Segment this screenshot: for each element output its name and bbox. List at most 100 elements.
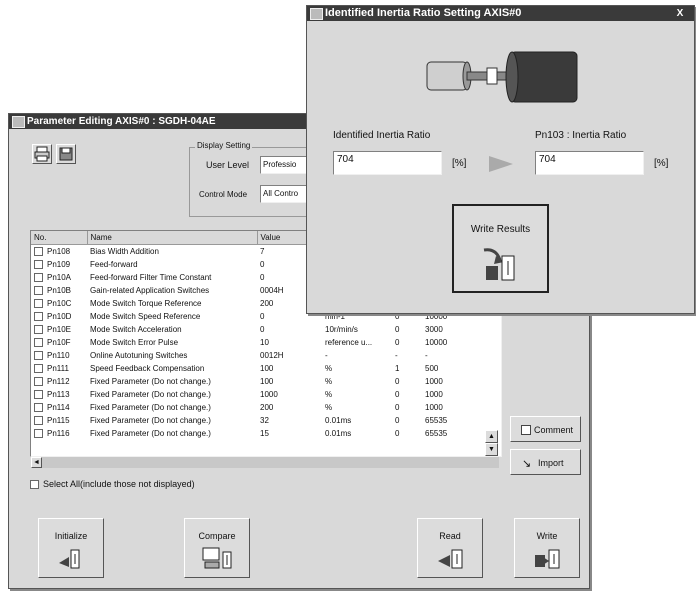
table-row[interactable]: Pn10F Mode Switch Error Pulse 10 reference … <box>31 336 481 349</box>
read-button[interactable]: Read <box>417 518 483 578</box>
row-checkbox[interactable] <box>34 351 43 361</box>
row-checkbox[interactable] <box>34 390 43 400</box>
row-checkbox[interactable] <box>34 429 43 439</box>
table-row[interactable]: Pn10E Mode Switch Acceleration 0 10r/min/s 0… <box>31 323 481 336</box>
cell-c5: 0 <box>395 338 400 347</box>
write-button[interactable]: Write <box>514 518 580 578</box>
comment-icon <box>521 425 531 435</box>
select-all-checkbox[interactable]: Select All(include those not displayed) <box>30 479 195 490</box>
print-button[interactable] <box>32 144 52 164</box>
comment-button[interactable]: Comment <box>510 416 581 442</box>
row-checkbox[interactable] <box>34 325 43 335</box>
inertia-window-title: Identified Inertia Ratio Setting AXIS#0 <box>325 7 522 19</box>
cell-value: 0 <box>260 325 265 334</box>
inertia-window-titlebar[interactable]: Identified Inertia Ratio Setting AXIS#0 <box>307 6 694 21</box>
cell-c5: 0 <box>395 390 400 399</box>
save-button[interactable] <box>56 144 76 164</box>
param-number: Pn10B <box>47 285 72 295</box>
cell-unit: 10r/min/s <box>325 325 358 334</box>
cell-unit: % <box>325 390 333 399</box>
compare-button[interactable]: Compare <box>184 518 250 578</box>
table-row[interactable]: Pn114 Fixed Parameter (Do not change.) 200… <box>31 401 481 414</box>
cell-no: Pn10F <box>31 336 87 349</box>
column-header-no[interactable]: No. <box>31 231 88 245</box>
cell-c5: 0 <box>395 325 400 334</box>
table-row[interactable]: Pn113 Fixed Parameter (Do not change.) 100… <box>31 388 481 401</box>
row-checkbox[interactable] <box>34 377 43 387</box>
identified-ratio-label: Identified Inertia Ratio <box>333 130 431 141</box>
cell-value: 200 <box>260 403 274 412</box>
floppy-disk-icon <box>59 147 73 161</box>
param-number: Pn110 <box>47 350 70 360</box>
user-level-select[interactable]: Professio <box>260 156 312 174</box>
user-level-label: User Level <box>206 160 250 170</box>
cell-value: 10 <box>260 338 269 347</box>
row-checkbox[interactable] <box>34 364 43 374</box>
identified-ratio-field: 704 <box>333 151 442 175</box>
compare-icon <box>202 547 232 569</box>
cell-unit: % <box>325 377 333 386</box>
cell-c6: 1000 <box>425 377 443 386</box>
row-checkbox[interactable] <box>34 299 43 309</box>
table-row[interactable]: Pn111 Speed Feedback Compensation 100% 1 500 <box>31 362 481 375</box>
compare-label: Compare <box>198 531 236 541</box>
initialize-icon <box>59 549 80 569</box>
close-icon: X <box>676 8 684 19</box>
pn103-value: 704 <box>539 154 556 165</box>
write-results-button[interactable]: Write Results <box>452 204 549 293</box>
table-row[interactable]: Pn115 Fixed Parameter (Do not change.) 32 0… <box>31 414 481 427</box>
row-checkbox[interactable] <box>34 338 43 348</box>
user-level-value: Professio <box>263 160 297 169</box>
cell-name: Fixed Parameter (Do not change.) <box>90 429 211 438</box>
control-mode-value: All Contro <box>263 189 299 198</box>
param-number: Pn114 <box>47 402 70 412</box>
initialize-button[interactable]: Initialize <box>38 518 104 578</box>
cell-name: Mode Switch Error Pulse <box>90 338 179 347</box>
cell-value: 1000 <box>260 390 278 399</box>
cell-value: 100 <box>260 364 274 373</box>
cell-unit: 0.01ms <box>325 416 352 425</box>
row-checkbox[interactable] <box>34 312 43 322</box>
cell-no: Pn10D <box>31 310 87 323</box>
inertia-ratio-window: Identified Inertia Ratio Setting AXIS#0 … <box>306 5 695 314</box>
cell-no: Pn114 <box>31 401 87 414</box>
cell-unit: 0.01ms <box>325 429 352 438</box>
cell-no: Pn10B <box>31 284 87 297</box>
app-icon <box>12 116 25 128</box>
cell-c6: 3000 <box>425 325 443 334</box>
scroll-left-button[interactable]: ◄ <box>31 457 42 468</box>
row-checkbox[interactable] <box>34 273 43 283</box>
cell-c6: 65535 <box>425 416 448 425</box>
table-row[interactable]: Pn110 Online Autotuning Switches 0012H - - - <box>31 349 481 362</box>
import-button[interactable]: ↘ Import <box>510 449 581 475</box>
cell-name: Bias Width Addition <box>90 247 159 256</box>
write-results-icon <box>483 248 515 281</box>
select-all-box[interactable] <box>30 480 39 490</box>
printer-icon <box>34 146 50 162</box>
cell-c5: 0 <box>395 377 400 386</box>
cell-unit: % <box>325 403 333 412</box>
arrow-right-icon <box>489 156 513 172</box>
cell-c5: - <box>395 351 398 360</box>
row-checkbox[interactable] <box>34 247 43 257</box>
column-header-name[interactable]: Name <box>87 231 258 245</box>
table-horizontal-scrollbar[interactable]: ◄ <box>31 457 499 468</box>
row-checkbox[interactable] <box>34 403 43 413</box>
cell-name: Speed Feedback Compensation <box>90 364 205 373</box>
row-checkbox[interactable] <box>34 286 43 296</box>
table-scroll-up-button[interactable]: ▲ <box>485 430 498 443</box>
control-mode-select[interactable]: All Contro <box>260 185 312 203</box>
close-button[interactable]: X <box>670 6 690 21</box>
row-checkbox[interactable] <box>34 260 43 270</box>
param-number: Pn10F <box>47 337 71 347</box>
cell-c5: 0 <box>395 429 400 438</box>
cell-value: 0012H <box>260 351 284 360</box>
table-scroll-down-button[interactable]: ▼ <box>485 443 498 456</box>
table-row[interactable]: Pn112 Fixed Parameter (Do not change.) 100… <box>31 375 481 388</box>
table-row[interactable]: Pn116 Fixed Parameter (Do not change.) 15 0… <box>31 427 481 440</box>
row-checkbox[interactable] <box>34 416 43 426</box>
param-number: Pn10C <box>47 298 72 308</box>
cell-name: Mode Switch Torque Reference <box>90 299 202 308</box>
cell-c5: 0 <box>395 403 400 412</box>
param-number: Pn108 <box>47 246 71 256</box>
